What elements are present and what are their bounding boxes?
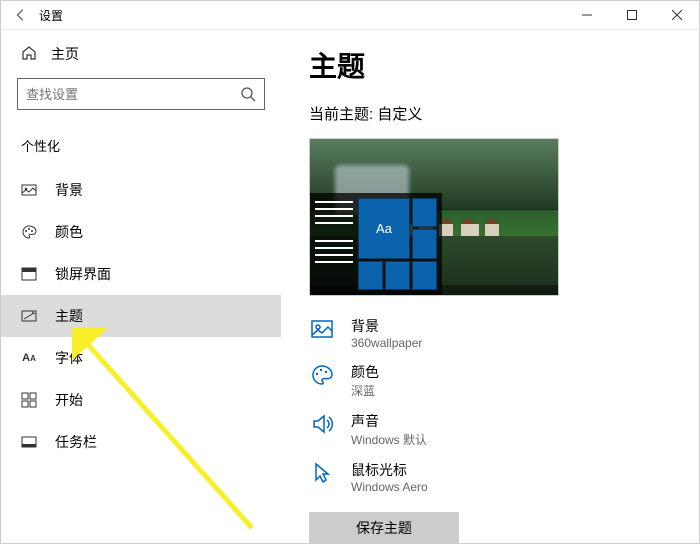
theme-prop-cursor[interactable]: 鼠标光标 Windows Aero [309,460,699,494]
maximize-button[interactable] [609,0,654,30]
theme-prop-background[interactable]: 背景 360wallpaper [309,316,699,350]
titlebar: 设置 [0,0,700,30]
sidebar-item-fonts[interactable]: AA 字体 [1,337,281,379]
save-theme-button[interactable]: 保存主题 [309,512,459,544]
sidebar-item-label: 背景 [55,180,83,200]
sidebar-section-label: 个性化 [1,126,281,169]
page-title: 主题 [309,45,699,85]
sidebar-item-label: 颜色 [55,222,83,242]
theme-icon [21,308,37,324]
current-theme-label: 当前主题: 自定义 [309,103,699,124]
palette-icon [21,224,37,240]
sidebar-item-colors[interactable]: 颜色 [1,211,281,253]
sidebar-home-label: 主页 [51,44,79,64]
palette-icon [309,362,335,388]
lockscreen-icon [21,266,37,282]
close-button[interactable] [654,0,699,30]
sidebar-item-label: 主题 [55,306,83,326]
prop-title: 鼠标光标 [351,460,428,480]
minimize-button[interactable] [564,0,609,30]
sidebar-home[interactable]: 主页 [1,30,281,78]
sidebar: 主页 个性化 背景 颜色 锁屏界面 主题 AA [1,30,281,543]
theme-prop-color[interactable]: 颜色 深蓝 [309,362,699,399]
sidebar-item-taskbar[interactable]: 任务栏 [1,421,281,463]
prop-title: 颜色 [351,362,379,382]
sidebar-item-start[interactable]: 开始 [1,379,281,421]
prop-title: 声音 [351,411,427,431]
window-title: 设置 [39,7,63,24]
sidebar-item-background[interactable]: 背景 [1,169,281,211]
sidebar-item-label: 字体 [55,348,83,368]
search-icon [240,86,256,102]
prop-value: Windows 默认 [351,431,427,448]
home-icon [21,45,37,64]
picture-icon [309,316,335,342]
back-icon[interactable] [11,5,31,25]
cursor-icon [309,460,335,486]
sidebar-item-themes[interactable]: 主题 [1,295,281,337]
search-input[interactable] [26,87,240,102]
prop-value: 深蓝 [351,382,379,399]
prop-title: 背景 [351,316,422,336]
preview-tile-text: Aa [358,198,410,259]
prop-value: 360wallpaper [351,336,422,350]
taskbar-icon [21,434,37,450]
sidebar-item-label: 开始 [55,390,83,410]
sidebar-item-label: 锁屏界面 [55,264,111,284]
font-icon: AA [21,350,37,366]
sidebar-item-label: 任务栏 [55,432,97,452]
start-icon [21,392,37,408]
picture-icon [21,182,37,198]
main-content: 主题 当前主题: 自定义 Aa [281,30,699,543]
theme-preview[interactable]: Aa [309,138,559,296]
search-input-wrap[interactable] [17,78,265,110]
sound-icon [309,411,335,437]
theme-prop-sound[interactable]: 声音 Windows 默认 [309,411,699,448]
sidebar-item-lockscreen[interactable]: 锁屏界面 [1,253,281,295]
prop-value: Windows Aero [351,480,428,494]
